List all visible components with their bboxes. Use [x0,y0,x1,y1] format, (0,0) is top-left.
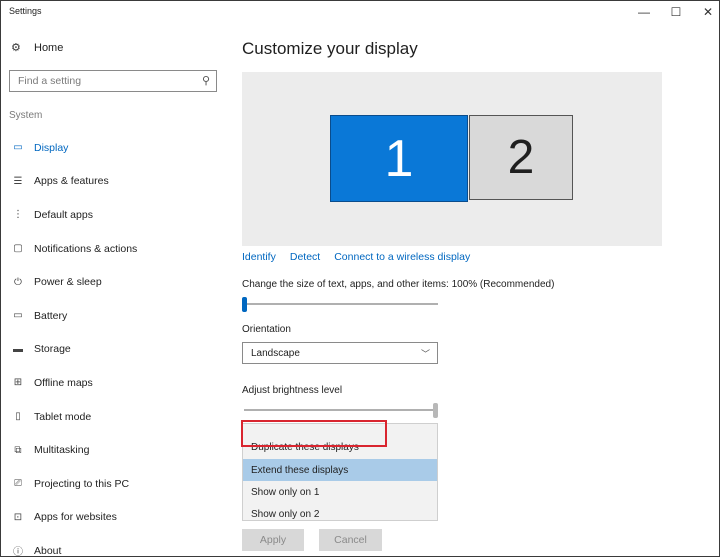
sidebar-item-label: Tablet mode [34,410,92,423]
sidebar-item-label: Apps for websites [34,511,117,524]
display-links: Identify Detect Connect to a wireless di… [242,251,470,263]
highlight-annotation-box [241,420,387,447]
sidebar-item-label: Apps & features [34,175,109,188]
sidebar-item-default-apps[interactable]: ⋮ Default apps [1,198,223,232]
connect-wireless-link[interactable]: Connect to a wireless display [334,251,470,263]
battery-icon: ▭ [13,310,23,322]
sidebar: ⚙ Home Find a setting ⚲ System ▭ Display… [1,23,223,557]
brightness-label: Adjust brightness level [242,385,343,396]
title-bar: Settings — ☐ ✕ [1,1,719,23]
sidebar-item-apps-websites[interactable]: ⊡ Apps for websites [1,501,223,535]
sidebar-item-label: Default apps [34,208,93,221]
monitor-2[interactable]: 2 [469,115,573,200]
sidebar-item-notifications[interactable]: ▢ Notifications & actions [1,232,223,266]
option-extend[interactable]: Extend these displays [243,459,437,481]
identify-link[interactable]: Identify [242,251,276,263]
display-arrangement-preview: 1 2 [242,72,662,246]
brightness-slider-thumb[interactable] [433,403,438,418]
storage-icon: ▬ [13,343,23,355]
sidebar-item-label: Projecting to this PC [34,477,130,490]
apps-list-icon: ☰ [13,175,23,187]
scale-slider-thumb[interactable] [242,297,247,312]
sidebar-item-offline-maps[interactable]: ⊞ Offline maps [1,366,223,400]
sidebar-item-multitasking[interactable]: ⧉ Multitasking [1,433,223,467]
scale-label: Change the size of text, apps, and other… [242,279,555,290]
window-title: Settings [9,6,42,16]
sidebar-item-label: Power & sleep [34,276,102,289]
sidebar-item-label: About [34,544,62,557]
option-show-only-1[interactable]: Show only on 1 [243,481,437,503]
option-show-only-2[interactable]: Show only on 2 [243,503,437,525]
detect-link[interactable]: Detect [290,251,320,263]
apps-websites-icon: ⊡ [13,511,23,523]
maximize-button[interactable]: ☐ [659,1,693,23]
sidebar-item-label: Multitasking [34,444,90,457]
brightness-slider-track[interactable] [244,409,436,411]
scale-slider-track[interactable] [244,303,438,305]
orientation-value: Landscape [251,348,300,359]
sidebar-item-label: Notifications & actions [34,242,138,255]
monitor-1[interactable]: 1 [330,115,468,202]
chevron-down-icon: ﹀ [420,349,430,359]
sidebar-item-power-sleep[interactable]: ⏻ Power & sleep [1,265,223,299]
sidebar-item-label: Storage [34,343,71,356]
settings-window: Settings — ☐ ✕ ⚙ Home Find a setting ⚲ S… [0,0,720,557]
map-icon: ⊞ [13,377,23,389]
page-title: Customize your display [242,39,418,58]
close-button[interactable]: ✕ [691,1,719,23]
info-icon: ⓘ [13,547,23,557]
multitasking-icon: ⧉ [14,444,22,456]
orientation-label: Orientation [242,324,291,335]
home-label: Home [34,41,64,54]
gear-icon: ⚙ [11,42,21,54]
projecting-icon: ⎚ [14,478,22,490]
sidebar-item-display[interactable]: ▭ Display [1,131,223,165]
sidebar-item-battery[interactable]: ▭ Battery [1,299,223,333]
orientation-select[interactable]: Landscape ﹀ [242,342,438,364]
apply-button[interactable]: Apply [242,529,304,551]
sidebar-item-storage[interactable]: ▬ Storage [1,333,223,367]
sidebar-item-label: Battery [34,309,68,322]
main-content: Customize your display 1 2 Identify Dete… [241,23,712,556]
home-nav-item[interactable]: ⚙ Home [11,41,64,55]
sidebar-item-about[interactable]: ⓘ About [1,534,223,557]
notification-icon: ▢ [13,243,23,255]
monitor-icon: ▭ [13,142,23,154]
power-icon: ⏻ [14,276,22,288]
search-icon: ⚲ [201,75,210,87]
search-placeholder: Find a setting [18,75,82,87]
sidebar-item-label: Offline maps [34,376,93,389]
search-input[interactable]: Find a setting ⚲ [9,70,217,92]
tablet-icon: ▯ [15,411,21,423]
sidebar-nav: ▭ Display ☰ Apps & features ⋮ Default ap… [1,131,223,557]
sidebar-item-projecting[interactable]: ⎚ Projecting to this PC [1,467,223,501]
cancel-button[interactable]: Cancel [319,529,382,551]
default-apps-icon: ⋮ [13,209,23,221]
sidebar-item-apps-features[interactable]: ☰ Apps & features [1,165,223,199]
minimize-button[interactable]: — [627,1,661,23]
sidebar-item-tablet-mode[interactable]: ▯ Tablet mode [1,400,223,434]
sidebar-item-label: Display [34,141,69,154]
section-label: System [9,110,43,121]
